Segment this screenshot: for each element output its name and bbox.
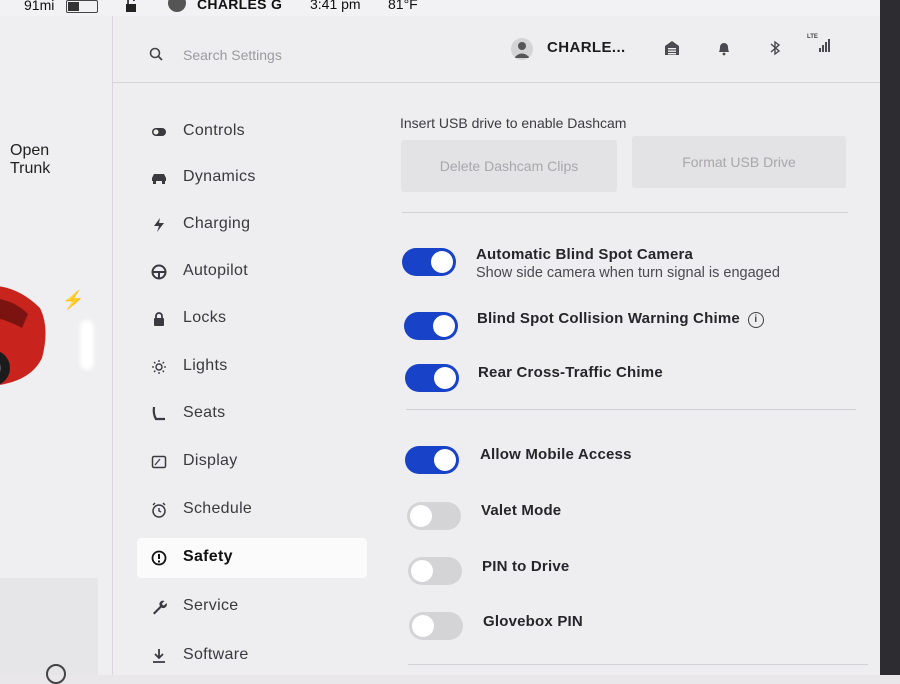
status-user-name[interactable]: CHARLES G bbox=[197, 0, 282, 12]
download-icon bbox=[153, 649, 165, 663]
lte-signal-icon[interactable]: LTE bbox=[807, 34, 835, 56]
bell-icon[interactable] bbox=[716, 40, 732, 56]
nav-label-locks: Locks bbox=[183, 309, 227, 326]
garage-icon[interactable] bbox=[664, 40, 680, 56]
setting-row-collision-warning-chime: Blind Spot Collision Warning Chime i bbox=[402, 308, 862, 348]
nav-item-display[interactable]: Display bbox=[137, 442, 367, 482]
mobile-access-toggle[interactable] bbox=[405, 446, 459, 474]
open-trunk-label-line2: Trunk bbox=[10, 160, 51, 177]
delete-dashcam-clips-button[interactable]: Delete Dashcam Clips bbox=[401, 140, 617, 192]
dashcam-note: Insert USB drive to enable Dashcam bbox=[400, 115, 627, 131]
setting-label: Rear Cross-Traffic Chime bbox=[478, 364, 663, 381]
lock-icon bbox=[154, 312, 164, 326]
setting-label: Glovebox PIN bbox=[483, 613, 583, 630]
nav-label-safety: Safety bbox=[183, 548, 233, 565]
setting-label-with-info: Blind Spot Collision Warning Chime i bbox=[477, 310, 764, 328]
setting-row-mobile-access: Allow Mobile Access bbox=[402, 444, 862, 484]
car-panel-lower bbox=[0, 578, 98, 675]
search-icon bbox=[149, 47, 163, 61]
unlocked-icon[interactable] bbox=[124, 0, 138, 12]
setting-label: PIN to Drive bbox=[482, 558, 570, 575]
setting-row-glovebox-pin: Glovebox PIN bbox=[402, 611, 862, 651]
display-icon bbox=[151, 455, 167, 469]
setting-label: Valet Mode bbox=[481, 502, 562, 519]
bluetooth-icon[interactable] bbox=[767, 40, 783, 56]
setting-row-rear-cross-traffic-chime: Rear Cross-Traffic Chime bbox=[402, 362, 862, 402]
rear-cross-traffic-chime-toggle[interactable] bbox=[405, 364, 459, 392]
nav-label-display: Display bbox=[183, 452, 238, 469]
nav-label-schedule: Schedule bbox=[183, 500, 253, 517]
valet-mode-toggle[interactable] bbox=[407, 502, 461, 530]
sun-icon bbox=[152, 360, 166, 374]
nav-label-seats: Seats bbox=[183, 404, 226, 421]
nav-item-autopilot[interactable]: Autopilot bbox=[137, 252, 367, 292]
profile-name[interactable]: CHARLE... bbox=[547, 39, 626, 56]
nav-item-dynamics[interactable]: Dynamics bbox=[137, 158, 367, 198]
range-readout: 91mi bbox=[24, 0, 55, 13]
divider bbox=[406, 409, 856, 410]
setting-row-blind-spot-camera: Automatic Blind Spot Camera Show side ca… bbox=[402, 244, 862, 284]
nav-item-controls[interactable]: Controls bbox=[137, 112, 367, 152]
car-image bbox=[0, 286, 46, 385]
nav-item-seats[interactable]: Seats bbox=[137, 394, 367, 434]
nav-label-controls: Controls bbox=[183, 122, 245, 139]
collision-warning-chime-toggle[interactable] bbox=[404, 312, 458, 340]
setting-label: Automatic Blind Spot Camera bbox=[476, 246, 694, 263]
car-icon bbox=[152, 174, 166, 184]
nav-item-service[interactable]: Service bbox=[137, 587, 367, 627]
alert-icon bbox=[151, 550, 167, 566]
nav-item-safety[interactable]: Safety bbox=[137, 538, 367, 578]
clock: 3:41 pm bbox=[310, 0, 361, 12]
settings-header: CHARLE... LTE bbox=[113, 16, 880, 83]
info-icon[interactable]: i bbox=[747, 312, 764, 328]
charge-port-bolt-icon[interactable]: ⚡ bbox=[62, 290, 84, 311]
battery-icon bbox=[66, 0, 98, 13]
setting-label: Blind Spot Collision Warning Chime bbox=[477, 310, 740, 327]
search-input[interactable] bbox=[183, 45, 383, 65]
bolt-icon bbox=[154, 218, 164, 232]
wrench-icon bbox=[153, 600, 167, 615]
blind-spot-camera-toggle[interactable] bbox=[402, 248, 456, 276]
nav-item-lights[interactable]: Lights bbox=[137, 347, 367, 387]
setting-row-pin-to-drive: PIN to Drive bbox=[402, 556, 862, 596]
charge-port-light bbox=[80, 320, 94, 370]
nav-label-service: Service bbox=[183, 597, 239, 614]
nav-item-schedule[interactable]: Schedule bbox=[137, 490, 367, 530]
status-bar: 91mi CHARLES G 3:41 pm 81°F bbox=[0, 0, 900, 16]
clock-icon bbox=[152, 502, 166, 518]
setting-label: Allow Mobile Access bbox=[480, 446, 632, 463]
format-usb-drive-button[interactable]: Format USB Drive bbox=[632, 136, 846, 188]
screen-edge bbox=[880, 0, 900, 675]
open-trunk-button[interactable]: Open Trunk bbox=[10, 142, 70, 178]
nav-item-software[interactable]: Software bbox=[137, 636, 367, 676]
setting-sublabel: Show side camera when turn signal is eng… bbox=[476, 265, 780, 281]
seat-icon bbox=[152, 406, 165, 421]
glovebox-pin-toggle[interactable] bbox=[409, 612, 463, 640]
nav-item-locks[interactable]: Locks bbox=[137, 299, 367, 339]
open-trunk-label-line1: Open bbox=[10, 142, 50, 159]
nav-label-autopilot: Autopilot bbox=[183, 262, 248, 279]
pin-to-drive-toggle[interactable] bbox=[408, 557, 462, 585]
setting-row-valet-mode: Valet Mode bbox=[402, 500, 862, 540]
nav-label-charging: Charging bbox=[183, 215, 251, 232]
nav-label-dynamics: Dynamics bbox=[183, 168, 256, 185]
nav-item-charging[interactable]: Charging bbox=[137, 205, 367, 245]
toggle-icon bbox=[152, 128, 166, 136]
profile-avatar-icon[interactable] bbox=[511, 38, 533, 60]
nav-label-software: Software bbox=[183, 646, 249, 663]
steering-wheel-icon bbox=[151, 264, 167, 280]
divider bbox=[402, 212, 848, 213]
outside-temperature: 81°F bbox=[388, 0, 418, 12]
nav-label-lights: Lights bbox=[183, 357, 228, 374]
divider bbox=[408, 664, 868, 665]
user-icon[interactable] bbox=[168, 0, 186, 12]
camera-icon[interactable] bbox=[46, 664, 66, 684]
